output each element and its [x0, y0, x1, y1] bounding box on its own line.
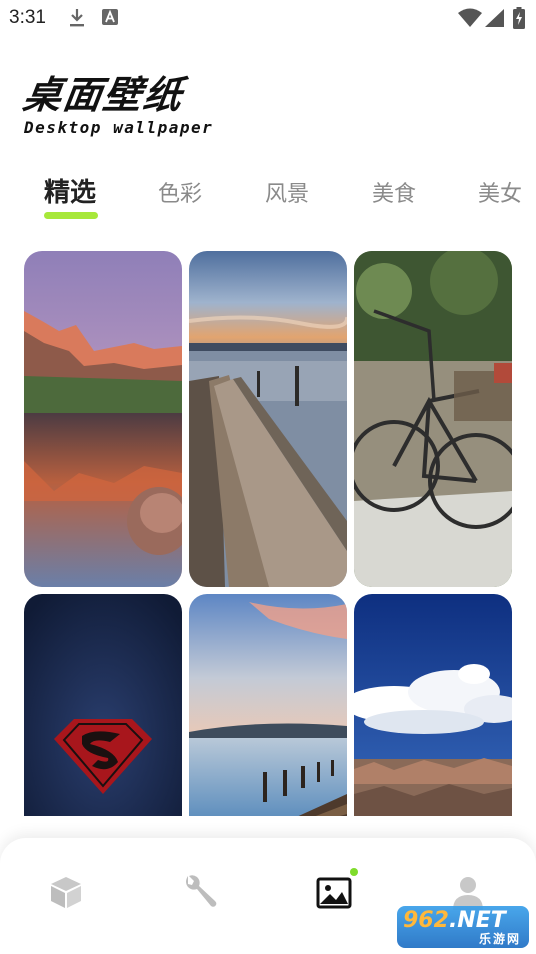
wallpaper-card-canyon[interactable]: [354, 594, 512, 816]
site-watermark-logo: 962.NET 乐游网: [397, 906, 529, 948]
nav-tools[interactable]: [180, 872, 224, 916]
nav-home[interactable]: [46, 872, 90, 916]
signal-icon: [485, 9, 505, 32]
a-notification-icon: [102, 8, 118, 31]
wallpaper-card-lake-dock[interactable]: [189, 594, 347, 816]
cube-icon: [46, 877, 86, 916]
category-tabs: 精选 色彩 风景 美食 美女: [0, 172, 536, 222]
tab-colors[interactable]: 色彩: [158, 176, 202, 208]
wrench-icon: [180, 875, 220, 916]
download-icon: [68, 8, 86, 33]
wallpaper-card-mountain-lake[interactable]: [24, 251, 182, 587]
wifi-icon: [458, 8, 482, 33]
app-title: 桌面壁纸: [20, 73, 187, 117]
app-subtitle: Desktop wallpaper: [24, 118, 214, 137]
status-time: 3:31: [9, 7, 46, 28]
active-tab-indicator: [44, 212, 98, 219]
wallpaper-card-wooden-pier[interactable]: [189, 251, 347, 587]
tab-featured[interactable]: 精选: [44, 172, 96, 209]
wallpaper-grid: [24, 251, 514, 816]
watermark-site-name: 乐游网: [478, 932, 521, 946]
image-icon: [314, 877, 354, 916]
wallpaper-card-superman[interactable]: [24, 594, 182, 816]
tab-beauty[interactable]: 美女: [478, 176, 522, 208]
wallpaper-card-bicycle[interactable]: [354, 251, 512, 587]
battery-charging-icon: [513, 7, 525, 34]
screen: 3:31 桌面壁纸 Desktop wallpaper 精选 色彩 风景 美食 …: [0, 0, 536, 954]
tab-scenery[interactable]: 风景: [265, 176, 309, 208]
nav-wallpaper[interactable]: [314, 868, 358, 916]
tab-food[interactable]: 美食: [372, 176, 416, 208]
status-bar: 3:31: [0, 0, 536, 36]
nav-badge-dot: [350, 868, 358, 876]
